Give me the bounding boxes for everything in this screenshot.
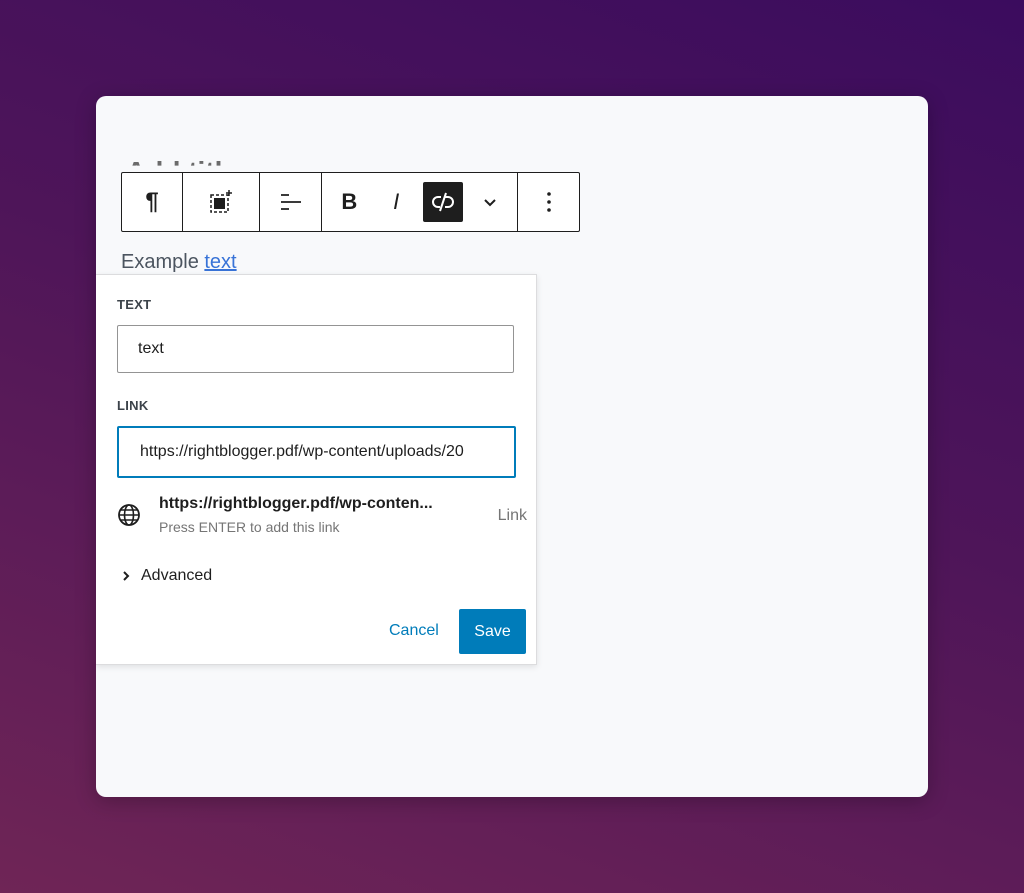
toolbar-group-block: ¶ — [122, 173, 183, 231]
chevron-right-icon — [123, 571, 130, 581]
chevron-down-icon — [483, 199, 496, 207]
link-popover: TEXT text LINK https://rightblogger.pdf/… — [96, 274, 537, 665]
italic-icon: I — [393, 189, 400, 214]
italic-button[interactable]: I — [376, 173, 416, 231]
advanced-toggle[interactable]: Advanced — [121, 567, 212, 585]
link-url-input[interactable]: https://rightblogger.pdf/wp-content/uplo… — [117, 426, 516, 478]
block-add-icon — [210, 190, 232, 213]
pilcrow-icon: ¶ — [145, 188, 159, 215]
cancel-button[interactable]: Cancel — [389, 622, 439, 640]
link-text-input[interactable]: text — [117, 325, 514, 373]
paragraph-button[interactable]: ¶ — [122, 173, 182, 231]
block-toolbar: ¶ B I — [121, 172, 580, 232]
unlink-button[interactable] — [422, 182, 463, 222]
align-button[interactable] — [260, 173, 321, 231]
link-label: LINK — [117, 398, 149, 413]
globe-icon — [118, 504, 140, 526]
text-label: TEXT — [117, 297, 152, 312]
paragraph-text: Example — [121, 251, 205, 273]
toolbar-group-align — [260, 173, 322, 231]
paragraph-block[interactable]: Example text — [121, 251, 237, 274]
more-rich-text-button[interactable] — [470, 173, 510, 231]
more-vertical-icon — [546, 192, 551, 212]
toolbar-group-transform — [183, 173, 260, 231]
link-suggestion[interactable]: https://rightblogger.pdf/wp-conten... Pr… — [117, 495, 527, 539]
toolbar-group-options — [518, 173, 579, 231]
editor-canvas: Add title ¶ B — [96, 96, 928, 797]
align-left-icon — [280, 194, 301, 210]
options-button[interactable] — [518, 173, 579, 231]
block-transform-button[interactable] — [183, 173, 259, 231]
toolbar-group-format: B I — [322, 173, 518, 231]
suggestion-url: https://rightblogger.pdf/wp-conten... — [159, 495, 433, 512]
save-button[interactable]: Save — [459, 609, 526, 654]
bold-icon: B — [341, 189, 358, 214]
unlink-icon — [431, 192, 454, 212]
bold-button[interactable]: B — [329, 173, 369, 231]
advanced-label: Advanced — [141, 567, 213, 584]
paragraph-link[interactable]: text — [204, 251, 236, 273]
suggestion-type: Link — [497, 507, 527, 524]
suggestion-hint: Press ENTER to add this link — [159, 519, 340, 535]
